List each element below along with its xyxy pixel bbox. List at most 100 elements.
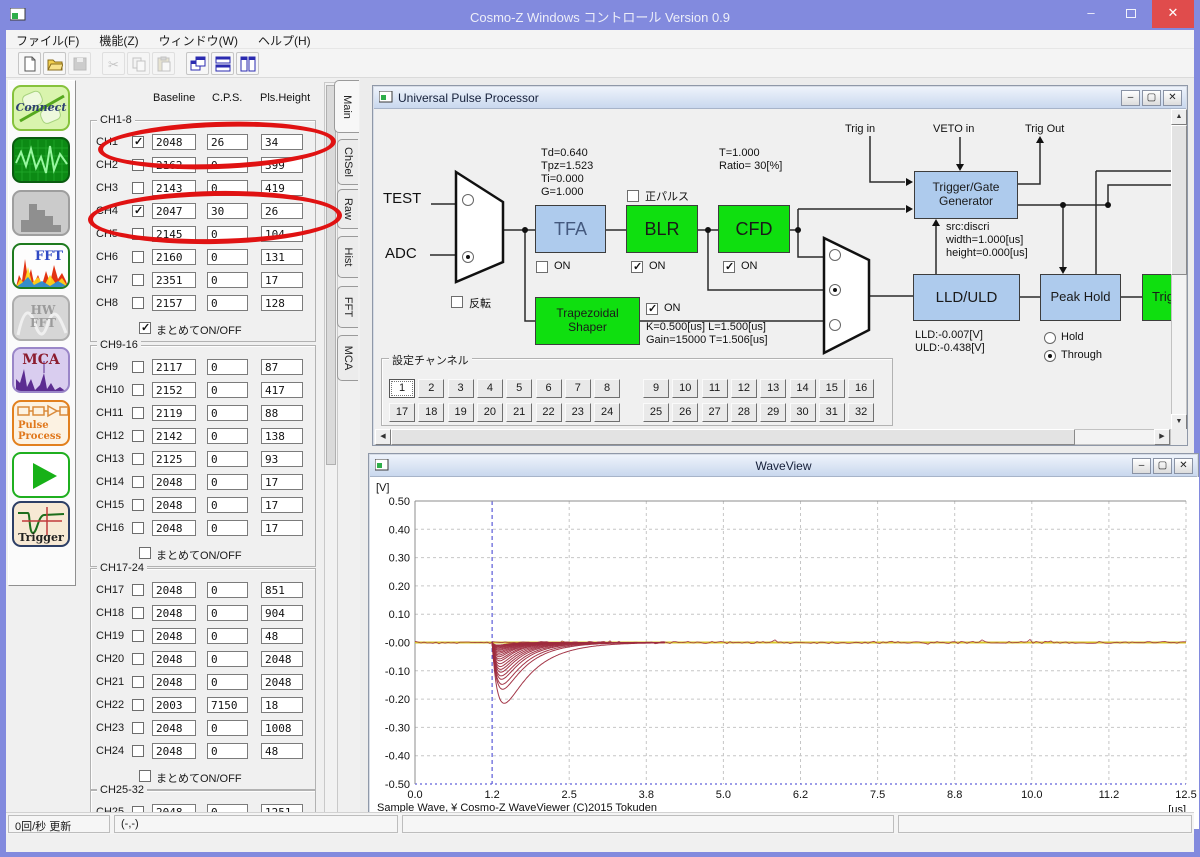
baseline-field[interactable] <box>152 405 196 421</box>
tile-vertical-button[interactable] <box>236 52 259 75</box>
pulse-height-field[interactable] <box>261 451 303 467</box>
pulse-height-field[interactable] <box>261 520 303 536</box>
cfd-on-checkbox[interactable] <box>723 261 735 273</box>
upp-maximize-button[interactable]: ▢ <box>1142 90 1161 106</box>
close-button[interactable]: ✕ <box>1152 0 1194 28</box>
waveview-close-button[interactable]: ✕ <box>1174 458 1193 474</box>
channel-enable-checkbox[interactable] <box>132 499 144 511</box>
pulse-height-field[interactable] <box>261 651 303 667</box>
sidebar-button-histogram[interactable] <box>12 190 70 236</box>
baseline-field[interactable] <box>152 428 196 444</box>
channel-enable-checkbox[interactable] <box>132 430 144 442</box>
pulse-height-field[interactable] <box>261 720 303 736</box>
tab-fft[interactable]: FFT <box>337 286 358 328</box>
channel-select-button-9[interactable]: 9 <box>643 379 669 398</box>
sidebar-button-pulse-process[interactable]: Pulse Process <box>12 400 70 446</box>
baseline-field[interactable] <box>152 295 196 311</box>
through-radio[interactable] <box>1044 350 1056 362</box>
channel-enable-checkbox[interactable] <box>132 228 144 240</box>
upp-minimize-button[interactable]: – <box>1121 90 1140 106</box>
channel-select-button-14[interactable]: 14 <box>790 379 816 398</box>
channel-enable-checkbox[interactable] <box>132 361 144 373</box>
channel-enable-checkbox[interactable] <box>132 745 144 757</box>
pulse-height-field[interactable] <box>261 226 303 242</box>
menu-item-1[interactable]: 機能(Z) <box>89 30 148 49</box>
cps-field[interactable] <box>207 474 248 490</box>
channel-select-button-26[interactable]: 26 <box>672 403 698 422</box>
channel-select-button-1[interactable]: 1 <box>389 379 415 398</box>
scroll-right-button[interactable]: ▶ <box>1154 429 1170 445</box>
channel-select-button-28[interactable]: 28 <box>731 403 757 422</box>
channel-select-button-5[interactable]: 5 <box>506 379 532 398</box>
pulse-height-field[interactable] <box>261 743 303 759</box>
channel-enable-checkbox[interactable] <box>132 136 144 148</box>
pulse-height-field[interactable] <box>261 272 303 288</box>
pulse-height-field[interactable] <box>261 295 303 311</box>
pulse-height-field[interactable] <box>261 382 303 398</box>
channel-enable-checkbox[interactable] <box>132 607 144 619</box>
maximize-button[interactable] <box>1112 0 1150 28</box>
cps-field[interactable] <box>207 674 248 690</box>
channel-select-button-2[interactable]: 2 <box>418 379 444 398</box>
trapezoidal-shaper-block[interactable]: Trapezoidal Shaper <box>535 297 640 345</box>
pulse-height-field[interactable] <box>261 428 303 444</box>
blr-on-checkbox[interactable] <box>631 261 643 273</box>
channel-enable-checkbox[interactable] <box>132 182 144 194</box>
baseline-field[interactable] <box>152 272 196 288</box>
baseline-field[interactable] <box>152 249 196 265</box>
channel-select-button-4[interactable]: 4 <box>477 379 503 398</box>
sidebar-button-connect[interactable]: Connect <box>12 85 70 131</box>
baseline-field[interactable] <box>152 743 196 759</box>
channel-enable-checkbox[interactable] <box>132 584 144 596</box>
cps-field[interactable] <box>207 180 248 196</box>
channel-enable-checkbox[interactable] <box>132 653 144 665</box>
vertical-scroll-thumb[interactable] <box>1171 125 1187 275</box>
channel-select-button-20[interactable]: 20 <box>477 403 503 422</box>
channel-select-button-32[interactable]: 32 <box>848 403 874 422</box>
channel-select-button-16[interactable]: 16 <box>848 379 874 398</box>
batch-onoff-checkbox[interactable] <box>139 547 151 559</box>
pulse-height-field[interactable] <box>261 497 303 513</box>
channel-enable-checkbox[interactable] <box>132 453 144 465</box>
menu-item-3[interactable]: ヘルプ(H) <box>248 30 321 49</box>
menu-item-2[interactable]: ウィンドウ(W) <box>149 30 248 49</box>
cps-field[interactable] <box>207 582 248 598</box>
menu-item-0[interactable]: ファイル(F) <box>6 30 89 49</box>
baseline-field[interactable] <box>152 720 196 736</box>
trigger-gate-generator-block[interactable]: Trigger/Gate Generator <box>914 171 1018 219</box>
pulse-height-field[interactable] <box>261 134 303 150</box>
channel-select-button-8[interactable]: 8 <box>594 379 620 398</box>
channel-enable-checkbox[interactable] <box>132 676 144 688</box>
channel-select-button-17[interactable]: 17 <box>389 403 415 422</box>
cps-field[interactable] <box>207 605 248 621</box>
baseline-field[interactable] <box>152 180 196 196</box>
cps-field[interactable] <box>207 451 248 467</box>
baseline-field[interactable] <box>152 628 196 644</box>
tab-main[interactable]: Main <box>334 80 359 133</box>
upp-close-button[interactable]: ✕ <box>1163 90 1182 106</box>
baseline-field[interactable] <box>152 520 196 536</box>
scroll-left-button[interactable]: ◀ <box>375 429 391 445</box>
cps-field[interactable] <box>207 272 248 288</box>
channel-enable-checkbox[interactable] <box>132 407 144 419</box>
mux1-test-radio[interactable] <box>462 194 474 206</box>
cps-field[interactable] <box>207 382 248 398</box>
pulse-height-field[interactable] <box>261 674 303 690</box>
channel-select-button-29[interactable]: 29 <box>760 403 786 422</box>
cfd-block[interactable]: CFD <box>718 205 790 253</box>
mux2-option1-radio[interactable] <box>829 249 841 261</box>
waveview-maximize-button[interactable]: ▢ <box>1153 458 1172 474</box>
tfa-on-checkbox[interactable] <box>536 261 548 273</box>
lld-uld-block[interactable]: LLD/ULD <box>913 274 1020 321</box>
channel-select-button-21[interactable]: 21 <box>506 403 532 422</box>
cps-field[interactable] <box>207 497 248 513</box>
channel-enable-checkbox[interactable] <box>132 522 144 534</box>
channel-enable-checkbox[interactable] <box>132 251 144 263</box>
pulse-height-field[interactable] <box>261 628 303 644</box>
channel-select-button-19[interactable]: 19 <box>448 403 474 422</box>
shaper-on-checkbox[interactable] <box>646 303 658 315</box>
pulse-height-field[interactable] <box>261 697 303 713</box>
pulse-height-field[interactable] <box>261 157 303 173</box>
channel-select-button-22[interactable]: 22 <box>536 403 562 422</box>
channel-select-button-7[interactable]: 7 <box>565 379 591 398</box>
